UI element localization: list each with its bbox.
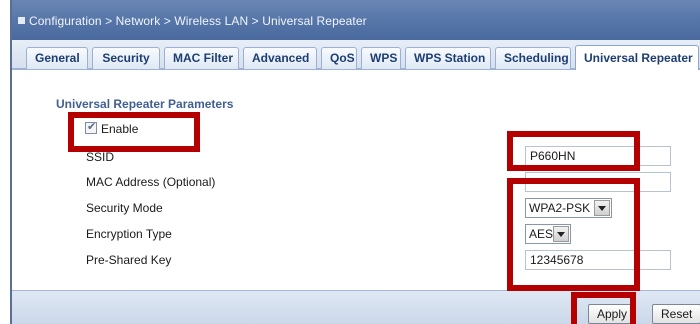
tab-strip: General Security MAC Filter Advanced QoS…: [12, 40, 700, 70]
ssid-input[interactable]: P660HN: [525, 146, 671, 166]
breadcrumb-text: Configuration > Network > Wireless LAN >…: [29, 14, 367, 28]
tab-qos[interactable]: QoS: [321, 47, 357, 69]
ssid-label: SSID: [86, 150, 115, 164]
enable-checkbox[interactable]: [85, 120, 97, 134]
left-edge: [0, 0, 10, 324]
tab-security[interactable]: Security: [92, 47, 160, 69]
security-mode-select[interactable]: WPA2-PSK: [525, 198, 612, 218]
enable-label: Enable: [101, 122, 139, 136]
security-mode-value: WPA2-PSK: [529, 201, 591, 215]
tab-mac-filter[interactable]: MAC Filter: [164, 47, 239, 69]
reset-button[interactable]: Reset: [652, 304, 700, 324]
tab-advanced[interactable]: Advanced: [243, 47, 317, 69]
settings-panel: Universal Repeater Parameters Enable SSI…: [12, 72, 700, 290]
breadcrumb: Configuration > Network > Wireless LAN >…: [18, 14, 367, 28]
encryption-type-select[interactable]: AES: [525, 224, 571, 244]
tab-universal-repeater[interactable]: Universal Repeater: [575, 45, 699, 70]
security-mode-label: Security Mode: [86, 201, 163, 215]
router-config-frame: Configuration > Network > Wireless LAN >…: [10, 0, 700, 324]
chevron-down-icon[interactable]: [594, 200, 610, 216]
chevron-down-icon[interactable]: [553, 226, 569, 242]
page-icon: [18, 17, 25, 24]
section-title: Universal Repeater Parameters: [56, 97, 234, 111]
tab-wps[interactable]: WPS: [361, 47, 401, 69]
tab-wps-station[interactable]: WPS Station: [405, 47, 491, 69]
pre-shared-key-input[interactable]: 12345678: [525, 250, 671, 270]
encryption-type-value: AES: [529, 227, 554, 241]
mac-address-label: MAC Address (Optional): [86, 175, 216, 189]
apply-button[interactable]: Apply: [588, 304, 637, 324]
title-bar: Configuration > Network > Wireless LAN >…: [12, 0, 700, 40]
tab-general[interactable]: General: [26, 47, 88, 69]
pre-shared-key-label: Pre-Shared Key: [86, 253, 172, 267]
tab-scheduling[interactable]: Scheduling: [495, 47, 571, 69]
mac-address-input[interactable]: [525, 172, 671, 192]
encryption-type-label: Encryption Type: [86, 227, 172, 241]
